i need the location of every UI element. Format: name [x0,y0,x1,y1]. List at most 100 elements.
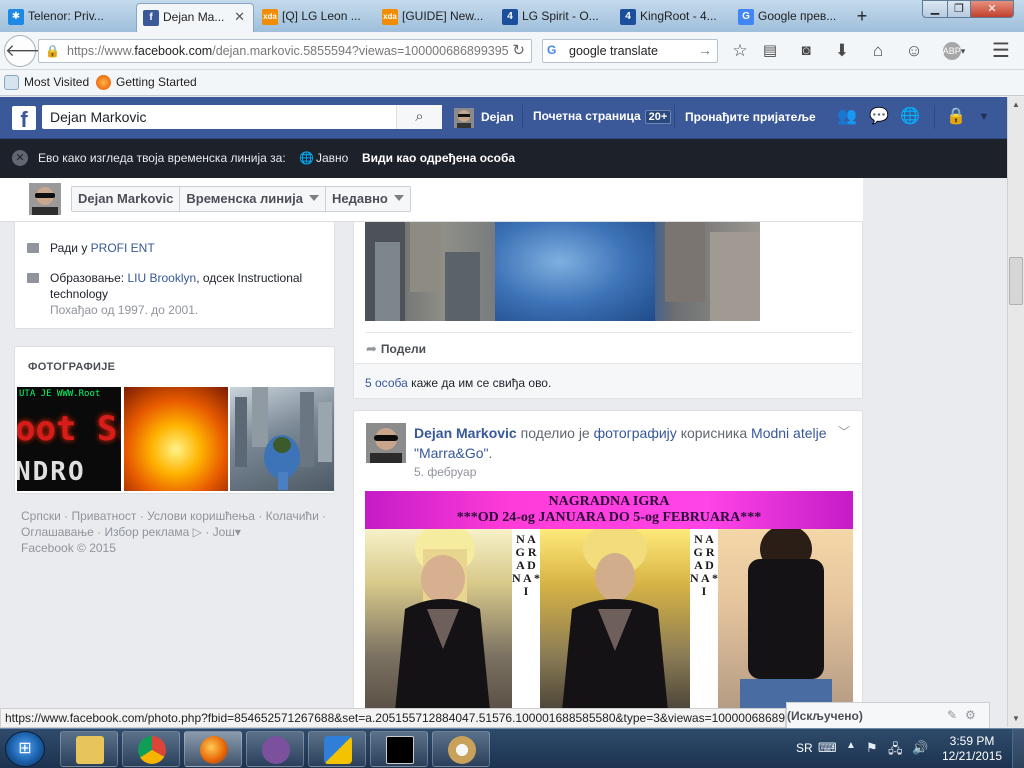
footer-link-ad-choices[interactable]: Избор реклама [104,525,189,539]
chat-settings-gear-icon[interactable]: ⚙ [965,708,976,722]
reading-list-icon[interactable]: ▤ [757,38,783,64]
photo-link[interactable]: фотографију [594,425,677,441]
new-tab-button[interactable]: + [848,3,876,32]
browser-tab-xda-2[interactable]: xda [GUIDE] New... [376,3,494,32]
bookmark-getting-started[interactable]: Getting Started [96,75,197,90]
photos-title[interactable]: ФОТОГРАФИЈЕ [28,361,115,373]
facebook-search-input[interactable]: Dejan Markovic ⌕ [42,105,442,129]
photo-thumbnail-3[interactable] [230,387,334,491]
post-author-avatar[interactable] [366,423,406,463]
page-scrollbar[interactable]: ▲ ▼ [1007,97,1024,727]
browser-tab-lg-spirit[interactable]: 4 LG Spirit - O... [496,3,612,32]
post-date[interactable]: 5. фебруар [414,465,476,479]
show-hidden-icons-icon[interactable]: ▲ [846,740,856,751]
messages-icon[interactable]: 💬 [868,107,890,127]
recent-dropdown-button[interactable]: Недавно [326,187,410,211]
taskbar-cmd[interactable] [370,731,428,767]
timeline-buttons: Dejan Markovic Временска линија Недавно [71,186,411,212]
close-tab-icon[interactable]: ✕ [234,4,245,30]
work-row: Ради у PROFI ENT [50,241,155,255]
timeline-name-button[interactable]: Dejan Markovic [72,187,181,211]
taskbar-clock[interactable]: 3:59 PM 12/21/2015 [942,734,1002,764]
scroll-down-arrow-icon[interactable]: ▼ [1008,711,1024,727]
facebook-logo[interactable]: f [12,106,36,130]
scrollbar-thumb[interactable] [1009,257,1023,305]
taskbar-viber[interactable] [246,731,304,767]
keyboard-icon[interactable]: ⌨ [818,740,837,756]
view-as-specific-person-link[interactable]: Види као одређена особа [362,151,515,165]
browser-search-bar[interactable]: G google translate → [542,39,718,63]
header-avatar[interactable] [454,108,474,128]
windows-taskbar: ⊞ SR ⌨ ▲ ⚑ 🖧 🔊 3:59 PM 12/21/2015 [0,728,1024,768]
notifications-globe-icon[interactable]: 🌐 [899,107,921,127]
education-link[interactable]: LIU Brooklyn [127,271,196,285]
photo-panel-3 [718,525,853,711]
restore-button[interactable]: ❐ [947,0,971,18]
post-photo[interactable]: NAGRADNA IGRA ***OD 24-og JANUARA DO 5-o… [365,491,853,711]
footer-link-language[interactable]: Српски [21,509,61,523]
action-center-flag-icon[interactable]: ⚑ [866,740,878,756]
new-message-icon[interactable]: ✎ [947,708,957,722]
search-icon[interactable]: ⌕ [396,105,442,129]
downloads-icon[interactable]: ⬇ [829,38,855,64]
close-window-button[interactable]: ✕ [970,0,1014,18]
bookmark-star-icon[interactable]: ☆ [727,38,753,64]
scroll-up-arrow-icon[interactable]: ▲ [1008,97,1024,113]
home-icon[interactable]: ⌂ [865,38,891,64]
work-link[interactable]: PROFI ENT [91,241,155,255]
photo-thumbnail-2[interactable] [124,387,228,491]
firefox-icon [200,736,228,764]
taskbar-explorer[interactable] [60,731,118,767]
profile-avatar[interactable] [29,183,61,215]
start-button[interactable]: ⊞ [5,731,45,767]
taskbar-firefox[interactable] [184,731,242,767]
privacy-shortcuts-icon[interactable]: 🔒 [945,107,967,127]
timeline-dropdown-button[interactable]: Временска линија [180,187,326,211]
close-view-as-icon[interactable]: ✕ [12,150,28,166]
photo-thumbnail-1[interactable]: UTA JE WWW.Root oot Srb NDRO [17,387,121,491]
minimize-button[interactable]: ▁ [922,0,948,18]
chat-sidebar-bar[interactable]: (Искључено) ✎ ⚙ [786,702,990,728]
post-photo[interactable] [365,222,760,321]
language-indicator[interactable]: SR [796,741,813,755]
menu-icon[interactable]: ☰ [988,38,1014,64]
post-author-link[interactable]: Dejan Markovic [414,425,517,441]
header-profile-link[interactable]: Dejan [481,110,514,124]
footer-link-more[interactable]: Још [213,525,235,539]
share-button[interactable]: ➦ Подели [366,341,426,357]
adblock-icon[interactable]: ABP▾ [938,38,970,64]
browser-tab-google-translate[interactable]: G Google прев... [732,3,844,32]
browser-tab-facebook[interactable]: f Dejan Ma... ✕ [136,3,254,32]
page-footer: Српски · Приватност · Услови коришћења ·… [21,509,327,555]
footer-link-terms[interactable]: Услови коришћења [147,509,255,523]
browser-tab-xda-1[interactable]: xda [Q] LG Leon ... [256,3,374,32]
taskbar-security[interactable] [308,731,366,767]
browser-tab-kingroot[interactable]: 4 KingRoot - 4... [614,3,730,32]
pocket-icon[interactable]: ◙ [793,38,819,64]
account-menu-icon[interactable]: ▼ [973,107,995,127]
search-go-icon[interactable]: → [698,42,712,58]
globe-icon: 🌐 [299,151,314,165]
footer-link-cookies[interactable]: Колачићи [266,509,319,523]
post-options-chevron-icon[interactable]: ﹀ [838,423,850,440]
friend-requests-icon[interactable]: 👥 [836,107,858,127]
footer-link-privacy[interactable]: Приватност [71,509,136,523]
taskbar-chrome[interactable] [122,731,180,767]
taskbar-paint[interactable] [432,731,490,767]
footer-link-advertising[interactable]: Оглашавање [21,525,94,539]
browser-tab-telenor[interactable]: ✱ Telenor: Priv... [2,3,132,32]
bookmark-most-visited[interactable]: Most Visited [4,75,89,90]
back-button[interactable]: 🡐 [4,35,51,67]
audience-public[interactable]: Јавно [316,151,348,165]
network-icon[interactable]: 🖧 [888,740,903,762]
education-icon [27,273,39,283]
likes-link[interactable]: 5 особа [365,376,408,390]
paint-palette-icon [448,736,476,764]
header-home-link[interactable]: Почетна страница 20+ [533,109,672,124]
show-desktop-button[interactable] [1012,729,1024,768]
reload-icon[interactable]: ↻ [512,41,525,59]
url-bar[interactable]: 🔒 https://www.facebook.com/dejan.markovi… [38,39,532,63]
hello-icon[interactable]: ☺ [901,38,927,64]
volume-icon[interactable]: 🔊 [912,740,928,756]
header-find-friends-link[interactable]: Пронађите пријатеље [685,110,816,124]
